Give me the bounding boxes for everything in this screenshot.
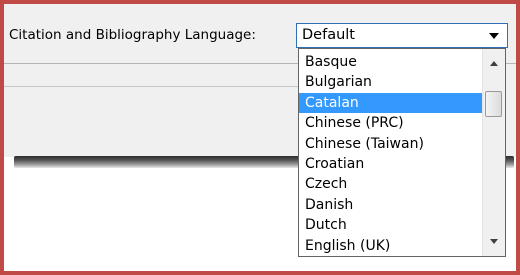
- option-english-uk[interactable]: English (UK): [299, 236, 482, 256]
- option-basque[interactable]: Basque: [299, 52, 482, 72]
- language-select[interactable]: Default: [296, 23, 508, 48]
- option-dutch[interactable]: Dutch: [299, 215, 482, 235]
- divider: [4, 86, 300, 87]
- option-czech[interactable]: Czech: [299, 174, 482, 194]
- option-bulgarian[interactable]: Bulgarian: [299, 72, 482, 92]
- option-chinese-taiwan[interactable]: Chinese (Taiwan): [299, 134, 482, 154]
- scroll-up-icon[interactable]: [490, 61, 498, 66]
- option-chinese-prc[interactable]: Chinese (PRC): [299, 113, 482, 133]
- chevron-down-icon[interactable]: [489, 33, 499, 39]
- option-catalan[interactable]: Catalan: [299, 92, 482, 114]
- scroll-thumb[interactable]: [485, 91, 502, 117]
- language-dropdown-list[interactable]: Basque Bulgarian Catalan Chinese (PRC) C…: [298, 48, 506, 257]
- select-value: Default: [302, 27, 355, 43]
- dropdown-scrollbar[interactable]: [482, 49, 505, 256]
- language-label: Citation and Bibliography Language:: [9, 27, 256, 43]
- option-danish[interactable]: Danish: [299, 195, 482, 215]
- scroll-down-icon[interactable]: [490, 239, 498, 244]
- option-croatian[interactable]: Croatian: [299, 154, 482, 174]
- options-list: Basque Bulgarian Catalan Chinese (PRC) C…: [299, 52, 482, 256]
